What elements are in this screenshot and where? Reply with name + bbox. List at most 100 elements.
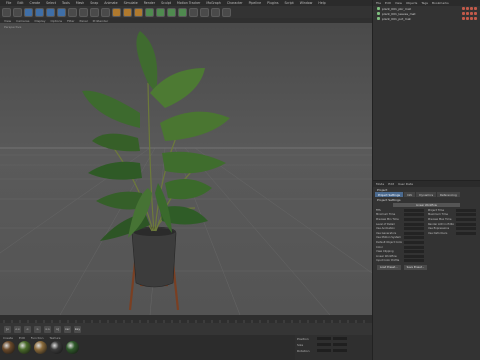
attribute-tab[interactable]: Info — [403, 192, 416, 197]
material-tag-icon[interactable] — [462, 7, 465, 10]
menu-item[interactable]: Snap — [90, 1, 98, 5]
menu-item[interactable]: Simulate — [124, 1, 138, 5]
attribute-field[interactable] — [404, 217, 424, 221]
attribute-field[interactable] — [404, 240, 424, 244]
menu-item[interactable]: Tools — [62, 1, 70, 5]
viewport-menu-item[interactable]: Display — [34, 19, 45, 23]
menu-item[interactable]: Select — [46, 1, 56, 5]
menu-item[interactable]: Pipeline — [249, 1, 261, 5]
material-tag-icon[interactable] — [470, 17, 473, 20]
redo-icon[interactable] — [13, 7, 22, 17]
viewport-perspective[interactable]: Perspective — [0, 23, 372, 315]
viewport-menu-item[interactable]: Options — [51, 19, 63, 23]
material-tag-icon[interactable] — [466, 12, 469, 15]
render-view-icon[interactable] — [112, 7, 121, 17]
deformer-icon[interactable] — [189, 7, 198, 17]
coord-field[interactable] — [333, 337, 347, 340]
attribute-field[interactable] — [404, 259, 424, 263]
attribute-menu-item[interactable]: Mode — [376, 182, 384, 186]
attribute-tab[interactable]: Referencing — [437, 192, 460, 197]
menu-item[interactable]: Character — [227, 1, 243, 5]
attribute-field[interactable] — [404, 208, 424, 212]
material-menu-item[interactable]: Function — [31, 336, 44, 340]
undo-icon[interactable] — [2, 7, 11, 17]
scale-icon[interactable] — [46, 7, 55, 17]
playback-button[interactable]: > — [34, 325, 41, 333]
viewport-menu-item[interactable]: Panel — [80, 19, 88, 23]
viewport-menu-item[interactable]: Filter — [67, 19, 74, 23]
object-menu-item[interactable]: File — [376, 1, 381, 5]
menu-item[interactable]: Window — [300, 1, 313, 5]
attribute-field[interactable] — [404, 222, 424, 226]
attribute-field[interactable] — [456, 222, 476, 226]
playback-button[interactable]: >| — [54, 325, 61, 333]
material-tag-icon[interactable] — [466, 17, 469, 20]
object-menu-item[interactable]: Tags — [421, 1, 428, 5]
attribute-field[interactable] — [404, 245, 424, 249]
preset-button[interactable]: Save Preset... — [403, 265, 428, 271]
material-tag-icon[interactable] — [470, 12, 473, 15]
material-swatch[interactable] — [18, 341, 31, 354]
material-menu-item[interactable]: Texture — [50, 336, 61, 340]
coord-field[interactable] — [333, 343, 347, 346]
attribute-menu-item[interactable]: Edit — [388, 182, 394, 186]
menu-item[interactable]: MoGraph — [206, 1, 220, 5]
material-tag-icon[interactable] — [474, 7, 477, 10]
menu-item[interactable]: Render — [144, 1, 155, 5]
playback-button[interactable]: |< — [4, 325, 11, 333]
menu-item[interactable]: Create — [30, 1, 41, 5]
object-row[interactable]: plant_001_pot_mat — [373, 16, 480, 21]
x-axis-icon[interactable] — [68, 7, 77, 17]
attribute-field[interactable] — [456, 213, 476, 217]
render-settings-icon[interactable] — [134, 7, 143, 17]
attribute-field[interactable] — [456, 208, 476, 212]
attribute-field[interactable] — [404, 231, 424, 235]
move-icon[interactable] — [35, 7, 44, 17]
select-icon[interactable] — [24, 7, 33, 17]
menu-item[interactable]: Edit — [17, 1, 23, 5]
material-tag-icon[interactable] — [466, 7, 469, 10]
attribute-tab[interactable]: Dynamics — [416, 192, 437, 197]
coord-field[interactable] — [333, 349, 347, 352]
object-menu-item[interactable]: Bookmarks — [432, 1, 449, 5]
material-tag-icon[interactable] — [462, 12, 465, 15]
object-menu-item[interactable]: Objects — [406, 1, 417, 5]
material-menu-item[interactable]: Edit — [19, 336, 25, 340]
attribute-field[interactable] — [404, 227, 424, 231]
coord-field[interactable] — [317, 343, 331, 346]
floor-icon[interactable] — [200, 7, 209, 17]
object-menu-item[interactable]: View — [395, 1, 402, 5]
y-axis-icon[interactable] — [79, 7, 88, 17]
menu-item[interactable]: Motion Tracker — [177, 1, 200, 5]
playback-button[interactable]: << — [14, 325, 21, 333]
coord-icon[interactable] — [101, 7, 110, 17]
timeline-ruler[interactable] — [0, 315, 372, 323]
subdivision-icon[interactable] — [167, 7, 176, 17]
menu-item[interactable]: File — [6, 1, 11, 5]
menu-item[interactable]: Sculpt — [161, 1, 171, 5]
array-icon[interactable] — [178, 7, 187, 17]
material-tag-icon[interactable] — [474, 17, 477, 20]
coord-field[interactable] — [317, 349, 331, 352]
attribute-field[interactable] — [456, 231, 476, 235]
coord-field[interactable] — [317, 337, 331, 340]
menu-item[interactable]: Script — [285, 1, 294, 5]
attribute-field[interactable] — [456, 217, 476, 221]
attribute-field[interactable] — [404, 250, 424, 254]
viewport-menu-item[interactable]: View — [4, 19, 11, 23]
object-menu-item[interactable]: Edit — [385, 1, 391, 5]
camera-icon[interactable] — [211, 7, 220, 17]
material-tag-icon[interactable] — [474, 12, 477, 15]
attribute-field[interactable] — [404, 254, 424, 258]
playback-button[interactable]: rec — [64, 325, 71, 333]
light-icon[interactable] — [222, 7, 231, 17]
menu-item[interactable]: Animate — [104, 1, 117, 5]
rotate-icon[interactable] — [57, 7, 66, 17]
material-tag-icon[interactable] — [470, 7, 473, 10]
playback-button[interactable]: key — [74, 325, 81, 333]
attribute-field[interactable] — [404, 213, 424, 217]
playback-button[interactable]: < — [24, 325, 31, 333]
material-swatch[interactable] — [66, 341, 79, 354]
attribute-tab[interactable]: Project Settings — [375, 192, 403, 197]
pen-icon[interactable] — [156, 7, 165, 17]
